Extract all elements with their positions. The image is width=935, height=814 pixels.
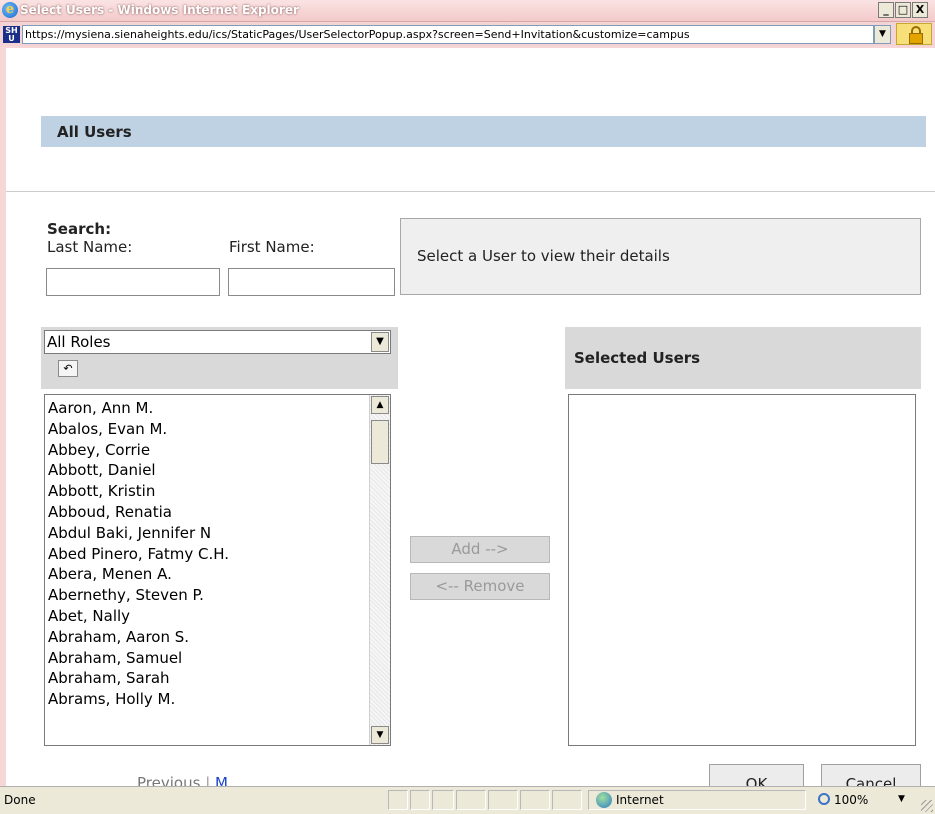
list-item[interactable]: Abdul Baki, Jennifer N (45, 523, 371, 544)
pagination: Previous | M (137, 764, 228, 786)
page-content: All Users Search: Last Name: First Name:… (6, 48, 935, 786)
browser-window: e Select Users - Windows Internet Explor… (0, 0, 935, 814)
roles-select-value: All Roles (47, 333, 111, 351)
internet-explorer-icon: e (2, 2, 18, 18)
globe-icon (596, 792, 612, 808)
status-pane (456, 790, 486, 810)
security-zone-text: Internet (616, 793, 664, 807)
resize-grip-icon[interactable] (921, 800, 933, 812)
first-name-label: First Name: (229, 238, 315, 256)
close-button[interactable]: X (912, 2, 928, 18)
more-link[interactable]: M (215, 774, 228, 786)
status-pane (388, 790, 408, 810)
list-item[interactable]: Aaron, Ann M. (45, 398, 371, 419)
list-item[interactable]: Abet, Nally (45, 606, 371, 627)
divider (6, 191, 935, 192)
pagination-separator: | (205, 774, 211, 786)
list-item[interactable]: Abraham, Samuel (45, 648, 371, 669)
ok-button[interactable]: OK (709, 764, 804, 786)
scroll-up-icon[interactable]: ▲ (371, 396, 389, 414)
list-item[interactable]: Abrams, Holly M. (45, 689, 371, 710)
url-field[interactable]: https://mysiena.sienaheights.edu/ics/Sta… (22, 25, 874, 44)
status-text: Done (4, 793, 36, 807)
list-item[interactable]: Abbott, Kristin (45, 481, 371, 502)
selected-users-header: Selected Users (565, 327, 921, 389)
page-title: All Users (57, 123, 132, 141)
last-name-label: Last Name: (47, 238, 133, 256)
chevron-down-icon[interactable]: ▼ (371, 332, 389, 352)
zoom-level[interactable]: 100% (834, 793, 868, 807)
status-pane (488, 790, 518, 810)
security-lock-button[interactable] (896, 23, 932, 45)
remove-button[interactable]: <-- Remove (410, 573, 550, 600)
last-name-input[interactable] (46, 268, 220, 296)
reset-filter-button[interactable]: ↶ (58, 360, 78, 377)
scroll-thumb[interactable] (371, 420, 389, 464)
selected-users-listbox[interactable] (568, 394, 916, 746)
list-item[interactable]: Abera, Menen A. (45, 564, 371, 585)
list-item[interactable]: Abboud, Renatia (45, 502, 371, 523)
list-item[interactable]: Abbey, Corrie (45, 440, 371, 461)
scroll-down-icon[interactable]: ▼ (371, 726, 389, 744)
window-title: Select Users - Windows Internet Explorer (20, 3, 299, 17)
zoom-icon[interactable] (818, 793, 830, 805)
zoom-dropdown-icon[interactable]: ▼ (898, 794, 905, 804)
lock-icon (909, 33, 923, 44)
minimize-button[interactable]: _ (878, 2, 894, 18)
users-scrollbar[interactable]: ▲ ▼ (369, 395, 390, 745)
status-pane (432, 790, 454, 810)
list-item[interactable]: Abbott, Daniel (45, 460, 371, 481)
list-item[interactable]: Abalos, Evan M. (45, 419, 371, 440)
list-item[interactable]: Abed Pinero, Fatmy C.H. (45, 544, 371, 565)
roles-select[interactable]: All Roles ▼ (44, 330, 391, 354)
url-dropdown-button[interactable]: ▼ (874, 25, 891, 44)
users-listbox[interactable]: Aaron, Ann M. Abalos, Evan M. Abbey, Corri… (44, 394, 391, 746)
list-item[interactable]: Abraham, Aaron S. (45, 627, 371, 648)
cancel-button[interactable]: Cancel (821, 764, 921, 786)
selected-users-title: Selected Users (574, 349, 701, 367)
list-item[interactable]: Abraham, Sarah (45, 668, 371, 689)
site-favicon-icon: SH U (3, 26, 20, 43)
all-users-header: All Users (41, 116, 926, 147)
search-heading: Search: (47, 220, 112, 238)
status-pane (552, 790, 582, 810)
maximize-button[interactable]: □ (895, 2, 911, 18)
status-pane (410, 790, 430, 810)
title-bar[interactable]: e Select Users - Windows Internet Explor… (0, 0, 935, 22)
users-list: Aaron, Ann M. Abalos, Evan M. Abbey, Corri… (45, 398, 371, 710)
user-details-panel: Select a User to view their details (400, 218, 921, 295)
user-details-text: Select a User to view their details (417, 247, 670, 265)
status-pane (520, 790, 550, 810)
first-name-input[interactable] (228, 268, 395, 296)
status-bar: Done Internet 100% ▼ (0, 786, 935, 814)
list-item[interactable]: Abernethy, Steven P. (45, 585, 371, 606)
add-button[interactable]: Add --> (410, 536, 550, 563)
previous-link[interactable]: Previous (137, 774, 200, 786)
